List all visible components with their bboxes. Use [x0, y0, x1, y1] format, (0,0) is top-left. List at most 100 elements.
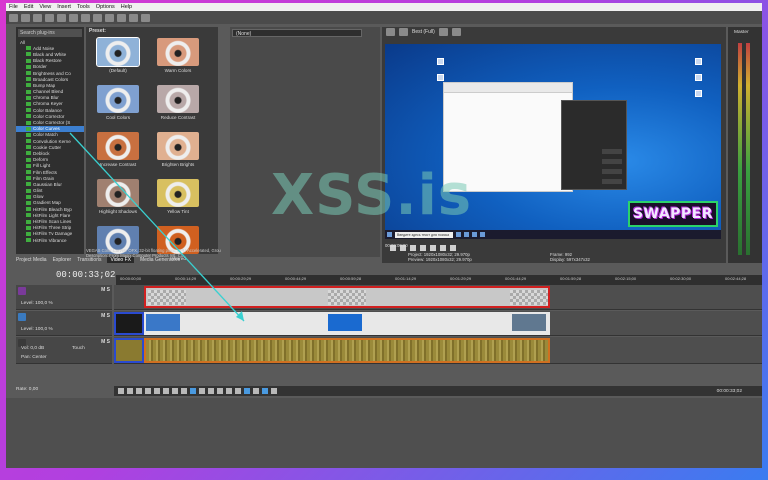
automation-mode[interactable]: Touch	[72, 346, 85, 351]
tab-project-media[interactable]: Project Media	[16, 257, 47, 263]
track-controls[interactable]: M S	[101, 339, 110, 345]
tab-transitions[interactable]: Transitions	[77, 257, 101, 263]
clip-thumbnail	[510, 290, 548, 305]
new-project-icon[interactable]	[9, 13, 18, 22]
prev-frame-icon[interactable]	[440, 245, 446, 251]
overlay-clip[interactable]	[144, 286, 550, 308]
menu-view[interactable]: View	[36, 4, 54, 10]
preset-thumbnail	[157, 132, 199, 160]
plugin-item-label: Black and White	[33, 51, 67, 57]
bottom-timecode: 00:00:33;02	[716, 388, 742, 394]
render-icon[interactable]	[57, 13, 66, 22]
track-header-2[interactable]: M S Level: 100,0 %	[16, 311, 112, 336]
copy-icon[interactable]	[81, 13, 90, 22]
plugin-item[interactable]: HitFilm Vibrance	[16, 237, 84, 243]
preview-timecode: 00:00:00;00	[385, 243, 408, 248]
next-frame-icon[interactable]	[450, 245, 456, 251]
plugin-icon	[26, 231, 31, 236]
menu-options[interactable]: Options	[93, 4, 118, 10]
open-icon[interactable]	[21, 13, 30, 22]
track-header-1[interactable]: M S Level: 100,0 %	[16, 285, 112, 310]
split-icon[interactable]	[235, 388, 241, 394]
pause-icon[interactable]	[420, 245, 426, 251]
timeline-ruler[interactable]: 00:00:00;00 00:00:14;29 00:00:29;29 00:00:4…	[116, 275, 762, 285]
selection-tool-icon[interactable]	[208, 388, 214, 394]
plugin-icon	[26, 139, 31, 144]
preset-item[interactable]: Brighten Brights	[154, 132, 202, 167]
preset-item[interactable]: Yellow Tint	[154, 179, 202, 214]
loop-icon[interactable]	[127, 388, 133, 394]
record-icon[interactable]	[118, 388, 124, 394]
preset-item[interactable]: Highlight Shadows	[94, 179, 142, 214]
trimmer-dropdown[interactable]: (None)	[232, 29, 362, 37]
track-lane-3[interactable]	[114, 337, 762, 364]
preview-settings-icon[interactable]	[386, 28, 395, 36]
preset-item[interactable]: Reduce Contrast	[154, 85, 202, 120]
preset-item[interactable]: Increase Contrast	[94, 132, 142, 167]
track-lane-1[interactable]	[114, 285, 762, 310]
properties-icon[interactable]	[45, 13, 54, 22]
track-controls[interactable]: M S	[101, 287, 110, 293]
plugin-item-label: Fill Light	[33, 163, 51, 169]
ripple-icon[interactable]	[262, 388, 268, 394]
menu-help[interactable]: Help	[118, 4, 135, 10]
play-icon[interactable]	[145, 388, 151, 394]
preset-item[interactable]: Cool Colors	[94, 85, 142, 120]
play-icon[interactable]	[410, 245, 416, 251]
marker-icon[interactable]	[253, 388, 259, 394]
audio-clip-intro[interactable]	[114, 338, 144, 363]
track-header-3[interactable]: M S Vol: 0,0 dB Pan: Center Touch	[16, 337, 112, 364]
video-clip-main[interactable]	[144, 312, 550, 335]
stop-icon[interactable]	[163, 388, 169, 394]
trim-icon[interactable]	[226, 388, 232, 394]
plugin-item-label: HitFilm Bleach Byp	[33, 206, 72, 212]
track-lane-2[interactable]	[114, 311, 762, 336]
fx-icon[interactable]	[129, 13, 138, 22]
plugin-item-label: Color Curves	[33, 126, 60, 132]
plugin-icon	[26, 64, 31, 69]
snapping-icon[interactable]	[244, 388, 250, 394]
preset-thumbnail	[96, 37, 140, 67]
playback-rate[interactable]: Rate: 0,00	[16, 387, 38, 392]
normal-edit-tool-icon[interactable]	[190, 388, 196, 394]
menu-tools[interactable]: Tools	[74, 4, 93, 10]
plugin-search-input[interactable]: Search plug-ins	[18, 29, 82, 37]
tab-media-generators[interactable]: Media Generators	[140, 257, 180, 263]
play-from-start-icon[interactable]	[136, 388, 142, 394]
delete-icon[interactable]	[217, 388, 223, 394]
preview-quality-select[interactable]: Best (Full)	[412, 29, 435, 35]
undo-icon[interactable]	[105, 13, 114, 22]
cut-icon[interactable]	[69, 13, 78, 22]
snapshot-icon[interactable]	[451, 28, 461, 36]
preset-thumbnail	[157, 38, 199, 66]
vegas-window: File Edit View Insert Tools Options Help Searc…	[6, 3, 762, 468]
audio-clip-main[interactable]	[144, 338, 550, 363]
save-icon[interactable]	[33, 13, 42, 22]
menu-file[interactable]: File	[6, 4, 21, 10]
paste-icon[interactable]	[93, 13, 102, 22]
track-controls[interactable]: M S	[101, 313, 110, 319]
help-icon[interactable]	[141, 13, 150, 22]
lock-icon[interactable]	[271, 388, 277, 394]
menu-edit[interactable]: Edit	[21, 4, 36, 10]
plugin-item-label: HitFilm Light Flare	[33, 212, 71, 218]
overlays-icon[interactable]	[438, 28, 448, 36]
plugin-icon	[26, 219, 31, 224]
tab-explorer[interactable]: Explorer	[53, 257, 72, 263]
go-start-icon[interactable]	[172, 388, 178, 394]
timeline-timecode: 00:00:33;02	[56, 270, 116, 280]
split-screen-icon[interactable]	[399, 28, 408, 36]
plugin-icon	[26, 170, 31, 175]
redo-icon[interactable]	[117, 13, 126, 22]
menu-insert[interactable]: Insert	[54, 4, 74, 10]
plugin-icon	[26, 157, 31, 162]
go-end-icon[interactable]	[181, 388, 187, 394]
envelope-tool-icon[interactable]	[199, 388, 205, 394]
preset-item[interactable]: (Default)	[94, 37, 142, 73]
ruler-tick-label: 00:01:44;29	[505, 276, 527, 281]
stop-icon[interactable]	[430, 245, 436, 251]
preset-item[interactable]: Warm Colors	[154, 38, 202, 73]
video-clip-intro[interactable]	[114, 312, 144, 335]
pause-icon[interactable]	[154, 388, 160, 394]
tab-video-fx[interactable]: Video FX	[107, 257, 134, 263]
